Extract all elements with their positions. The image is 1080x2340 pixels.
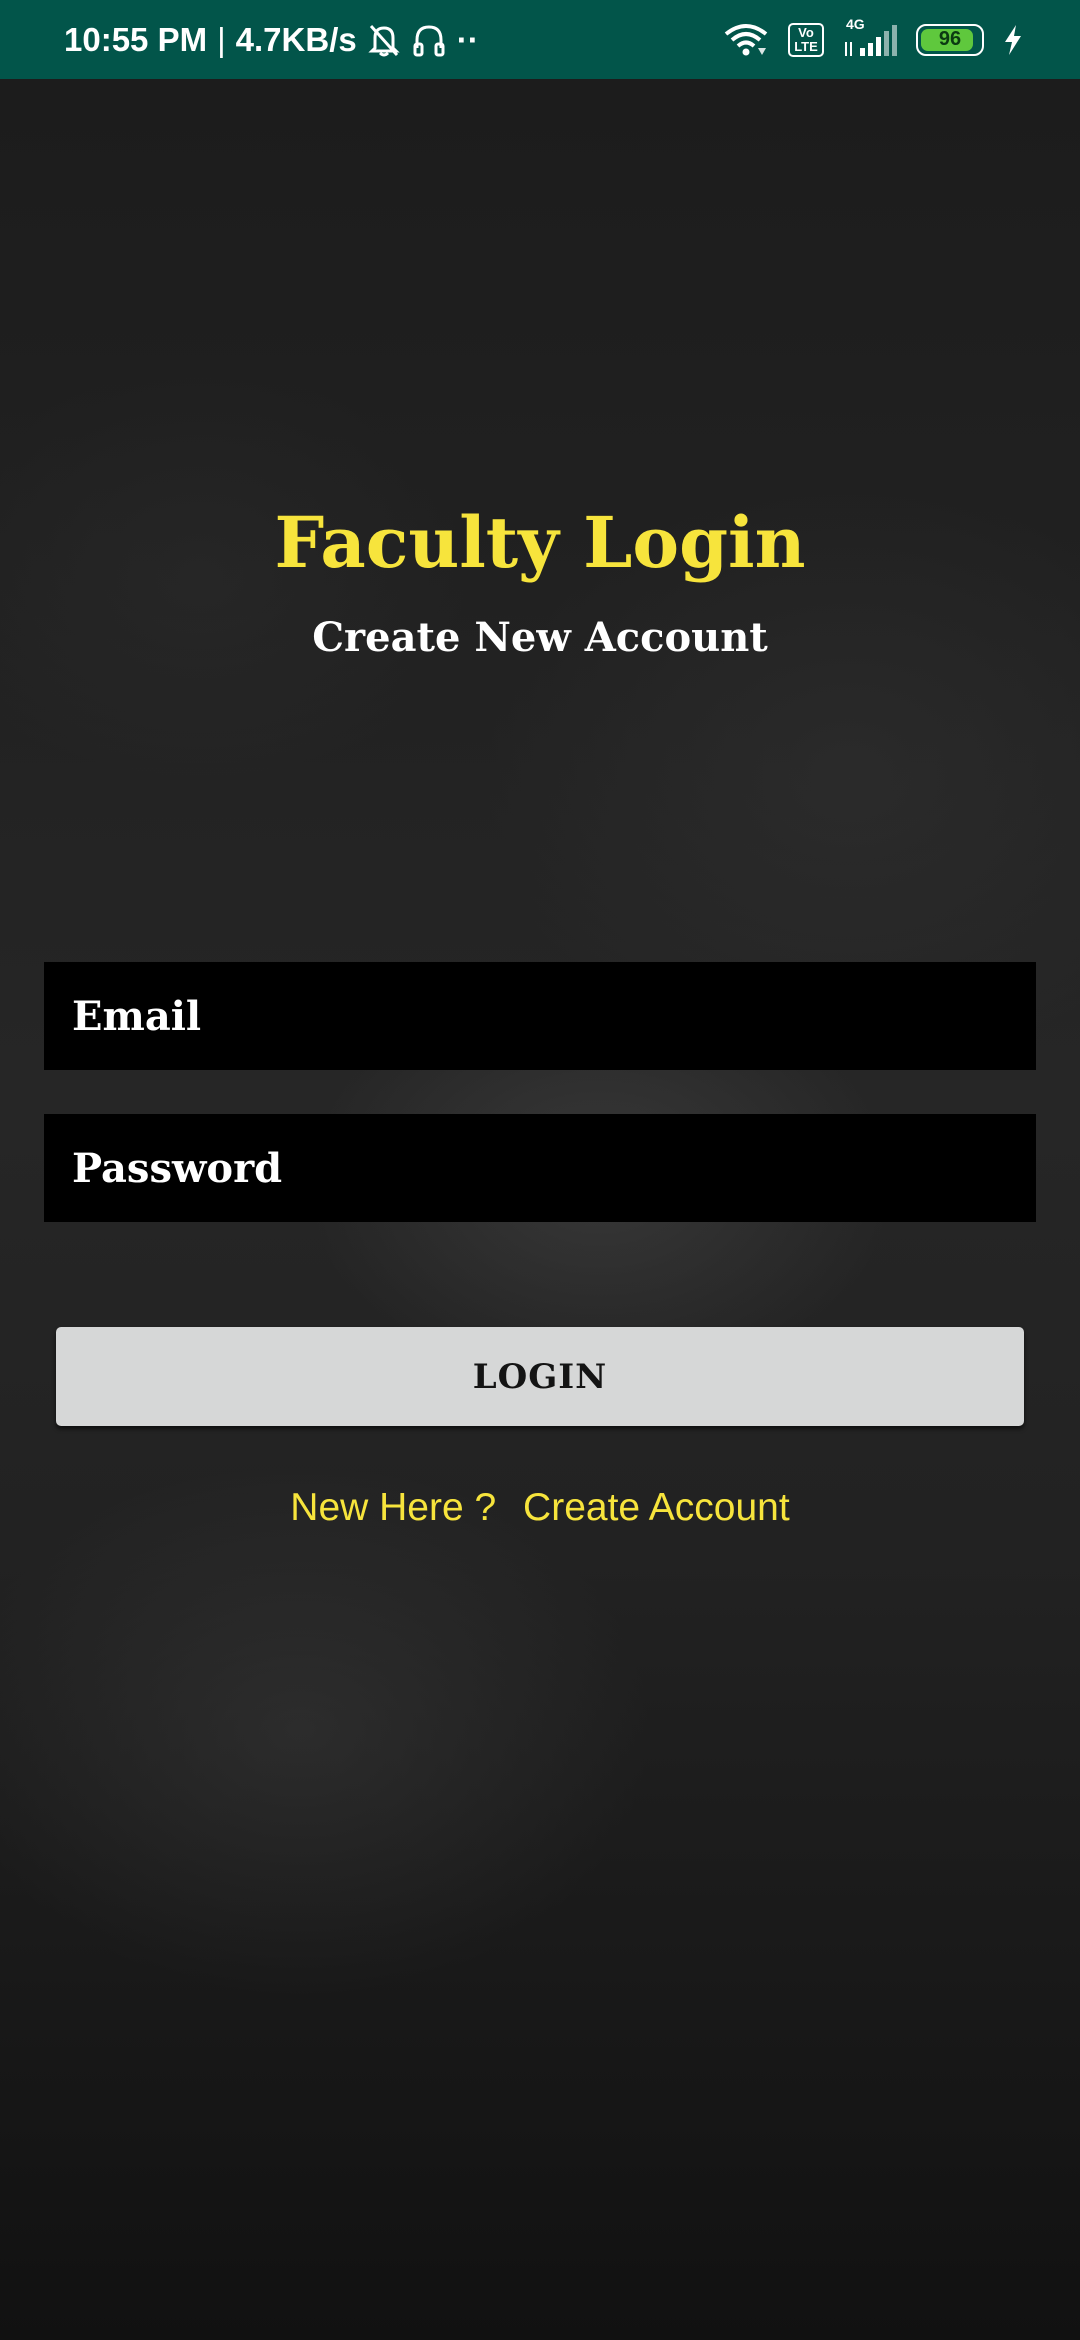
signup-prompt-line: New Here ? Create Account [0, 1486, 1080, 1530]
charging-icon [1002, 24, 1024, 56]
password-field[interactable] [44, 1114, 1036, 1222]
signal-icon: 4G [842, 16, 898, 58]
network-type-label: 4G [846, 15, 865, 32]
page-subtitle: Create New Account [312, 614, 768, 661]
email-field[interactable] [44, 962, 1036, 1070]
login-button[interactable]: LOGIN [56, 1327, 1024, 1426]
signup-prompt: New Here ? [290, 1486, 497, 1529]
status-more-dots: ·· [456, 20, 479, 58]
status-separator: | [217, 20, 226, 58]
status-bar: 10:55 PM | 4.7KB/s ·· Vo LTE 4G 96 [0, 0, 1080, 79]
status-network-speed: 4.7KB/s [235, 20, 357, 58]
battery-icon: 96 [916, 23, 984, 56]
headset-icon [411, 22, 447, 58]
page-title: Faculty Login [274, 501, 806, 584]
wifi-icon [722, 22, 770, 58]
status-left: 10:55 PM | 4.7KB/s ·· [64, 0, 479, 79]
create-account-link[interactable]: Create Account [523, 1486, 790, 1529]
battery-level: 96 [938, 28, 962, 50]
status-right: Vo LTE 4G 96 [722, 0, 1024, 79]
volte-icon: Vo LTE [788, 22, 824, 57]
mute-bell-icon [367, 22, 401, 58]
status-time: 10:55 PM [64, 20, 208, 58]
